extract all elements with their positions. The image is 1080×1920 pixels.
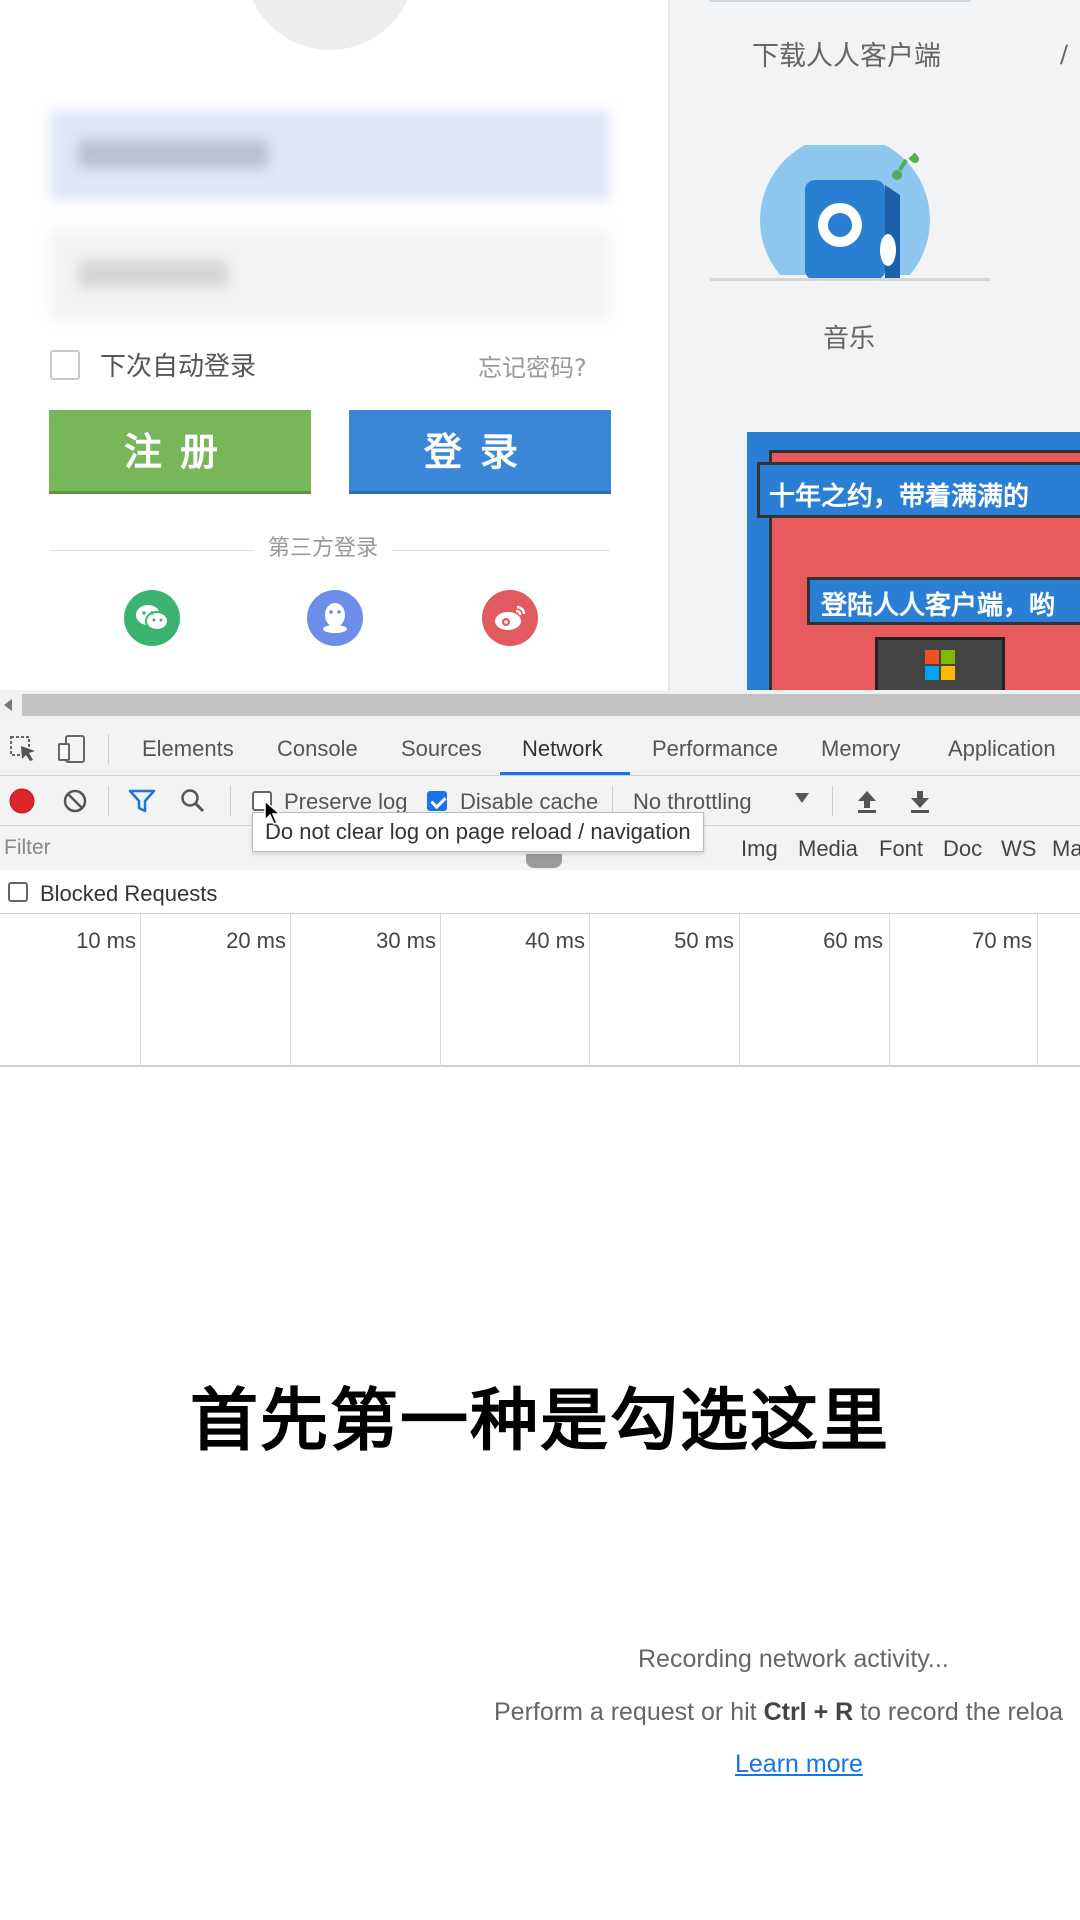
qq-icon[interactable] <box>307 590 363 646</box>
search-icon[interactable] <box>180 788 206 819</box>
screen: 下次自动登录 忘记密码? 注册 登录 第三方登录 下载人人客户端 / 音乐 十年… <box>0 0 1080 1920</box>
horizontal-scrollbar[interactable] <box>0 690 1080 720</box>
type-filter-media[interactable]: Media <box>798 836 858 862</box>
more-link: / <box>1060 40 1069 68</box>
client-banner[interactable]: 十年之约，带着满满的 登陆人人客户端，哟 <box>747 432 1080 690</box>
avatar <box>245 0 415 50</box>
forgot-password-link[interactable]: 忘记密码? <box>478 348 587 383</box>
login-button[interactable]: 登录 <box>349 410 611 494</box>
download-client-heading[interactable]: 下载人人客户端 <box>752 34 941 73</box>
windows-logo-icon <box>925 650 955 680</box>
timeline-tick-label: 60 ms <box>823 928 883 953</box>
tab-performance[interactable]: Performance <box>652 736 778 762</box>
learn-more-link[interactable]: Learn more <box>735 1750 863 1779</box>
blocked-requests-label[interactable]: Blocked Requests <box>40 881 217 907</box>
disable-cache-checkbox[interactable] <box>427 791 447 811</box>
hint-prefix: Perform a request or hit <box>494 1698 757 1726</box>
active-tab-indicator <box>500 772 630 775</box>
login-panel: 下次自动登录 忘记密码? 注册 登录 第三方登录 <box>0 0 668 690</box>
type-filter-font[interactable]: Font <box>879 836 923 862</box>
filter-input[interactable]: Filter <box>4 836 51 860</box>
clear-icon[interactable] <box>62 788 88 819</box>
tab-sources[interactable]: Sources <box>401 736 482 762</box>
divider <box>108 786 109 816</box>
timeline-gridline <box>589 914 590 1067</box>
network-overview-timeline[interactable]: 10 ms 20 ms 30 ms 40 ms 50 ms 60 ms 70 m… <box>0 914 1080 1067</box>
filter-icon[interactable] <box>128 788 156 819</box>
video-subtitle: 首先第一种是勾选这里 <box>189 1382 890 1461</box>
divider <box>832 786 833 816</box>
weibo-icon[interactable] <box>482 590 538 646</box>
timeline-gridline <box>739 914 740 1067</box>
divider <box>710 0 970 2</box>
divider <box>710 278 990 281</box>
blocked-requests-checkbox[interactable] <box>8 882 28 902</box>
tab-console[interactable]: Console <box>277 736 358 762</box>
timeline-gridline <box>440 914 441 1067</box>
type-filter-doc[interactable]: Doc <box>943 836 982 862</box>
tab-memory[interactable]: Memory <box>821 736 900 762</box>
scroll-left-icon[interactable] <box>4 699 12 711</box>
timeline-gridline <box>140 914 141 1067</box>
register-button[interactable]: 注册 <box>49 410 311 494</box>
chevron-down-icon[interactable] <box>795 793 809 803</box>
banner-headline: 十年之约，带着满满的 <box>769 482 1030 512</box>
web-page: 下次自动登录 忘记密码? 注册 登录 第三方登录 下载人人客户端 / 音乐 十年… <box>0 0 1080 690</box>
music-label[interactable]: 音乐 <box>823 318 875 355</box>
tab-network[interactable]: Network <box>522 736 603 762</box>
record-icon[interactable] <box>9 788 35 819</box>
divider <box>230 786 231 816</box>
username-field[interactable] <box>50 110 610 200</box>
devtools-tab-bar: Elements Console Sources Network Perform… <box>0 720 1080 776</box>
auto-login-label: 下次自动登录 <box>100 352 257 382</box>
password-field[interactable] <box>50 230 610 320</box>
hide-data-urls-toggle[interactable] <box>526 854 562 868</box>
wechat-icon[interactable] <box>124 590 180 646</box>
recording-status: Recording network activity... <box>638 1645 949 1673</box>
mouse-cursor-icon <box>264 799 283 831</box>
timeline-tick-label: 20 ms <box>226 928 286 953</box>
auto-login-option[interactable]: 下次自动登录 <box>50 346 256 383</box>
tab-elements[interactable]: Elements <box>142 736 234 762</box>
devtools-panel: Elements Console Sources Network Perform… <box>0 720 1080 1920</box>
preserve-log-tooltip: Do not clear log on page reload / naviga… <box>252 812 704 852</box>
timeline-tick-label: 40 ms <box>525 928 585 953</box>
timeline-gridline <box>1037 914 1038 1067</box>
timeline-gridline <box>290 914 291 1067</box>
device-toolbar-icon[interactable] <box>56 734 88 769</box>
hint-suffix: to record the reloa <box>860 1698 1064 1726</box>
scrollbar-thumb[interactable] <box>22 694 1080 716</box>
tab-application[interactable]: Application <box>948 736 1056 762</box>
type-filter-manifest[interactable]: Ma <box>1052 836 1080 862</box>
auto-login-checkbox[interactable] <box>50 349 80 380</box>
timeline-tick-label: 10 ms <box>76 928 136 953</box>
import-har-icon[interactable] <box>855 788 879 819</box>
type-filter-img[interactable]: Img <box>741 836 778 862</box>
inspect-element-icon[interactable] <box>8 734 38 769</box>
timeline-tick-label: 70 ms <box>972 928 1032 953</box>
recording-hint: Perform a request or hit Ctrl + R to rec… <box>494 1698 1063 1727</box>
divider <box>108 734 109 764</box>
type-filter-ws[interactable]: WS <box>1001 836 1036 862</box>
music-icon[interactable] <box>750 135 950 305</box>
hint-shortcut: Ctrl + R <box>763 1698 854 1726</box>
banner-subline: 登陆人人客户端，哟 <box>821 591 1056 621</box>
blocked-requests-row: Blocked Requests <box>0 870 1080 914</box>
third-party-login-label: 第三方登录 <box>254 530 393 562</box>
timeline-tick-label: 30 ms <box>376 928 436 953</box>
client-promo-panel: 下载人人客户端 / 音乐 十年之约，带着满满的 登陆人人客户端，哟 <box>668 0 1080 690</box>
export-har-icon[interactable] <box>908 788 932 819</box>
timeline-tick-label: 50 ms <box>674 928 734 953</box>
timeline-gridline <box>889 914 890 1067</box>
